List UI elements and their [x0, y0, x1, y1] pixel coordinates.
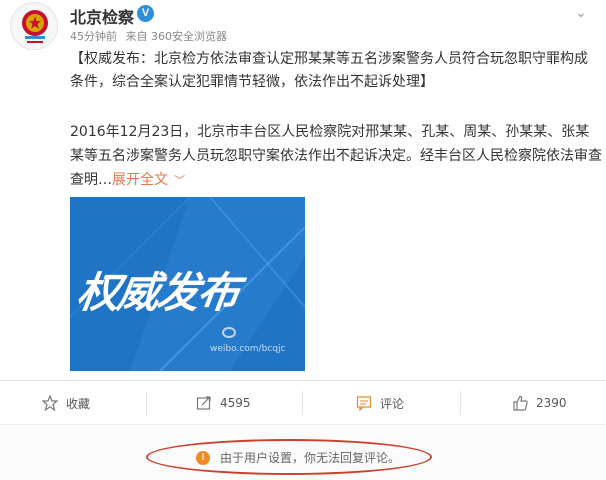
post-time[interactable]: 45分钟前 [70, 30, 117, 43]
more-options-icon[interactable]: ⌄ [575, 5, 587, 21]
warning-icon: ! [196, 450, 210, 465]
like-button[interactable]: 2390 [512, 381, 567, 425]
post-lead-text: 【权威发布：北京检方依法审查认定邢某某等五名涉案警务人员符合玩忽职守罪构成条件，… [70, 51, 588, 90]
image-watermark: weibo.com/bcqjc [210, 344, 286, 354]
post-body: 2016年12月23日，北京市丰台区人民检察院对邢某某、孔某、周某、孙某某、张某… [70, 120, 602, 193]
favorite-button[interactable]: 收藏 [42, 381, 90, 425]
notice-text: 由于用户设置，你无法回复评论。 [220, 451, 401, 465]
repost-count: 4595 [220, 396, 251, 410]
divider [460, 391, 461, 415]
image-title: 权威发布 [74, 268, 242, 317]
chevron-down-icon[interactable]: ﹀ [174, 174, 185, 187]
favorite-label: 收藏 [66, 396, 91, 411]
post-meta: 45分钟前 来自 360安全浏览器 [70, 28, 232, 44]
weibo-watermark-icon [222, 327, 236, 338]
thumbs-up-icon [513, 395, 528, 411]
divider [146, 391, 147, 415]
comment-label: 评论 [380, 396, 405, 411]
verified-badge-icon: V [137, 5, 154, 22]
star-icon [42, 395, 58, 411]
like-count: 2390 [536, 396, 567, 410]
avatar[interactable] [10, 2, 58, 50]
comment-icon [356, 396, 372, 411]
comment-button[interactable]: 评论 [356, 381, 404, 425]
notice-content: ! 由于用户设置，你无法回复评论。 [196, 449, 400, 466]
expand-full-text-link[interactable]: 展开全文 [112, 172, 168, 188]
weibo-post: 北京检察 V ⌄ 45分钟前 来自 360安全浏览器 【权威发布：北京检方依法审… [0, 0, 606, 424]
repost-button[interactable]: 4595 [196, 381, 251, 425]
author-name[interactable]: 北京检察 [70, 4, 134, 28]
action-bar: 收藏 4595 评论 2390 [0, 380, 606, 424]
reply-restriction-notice: ! 由于用户设置，你无法回复评论。 [0, 424, 606, 480]
procuratorate-emblem-icon [13, 5, 57, 49]
repost-icon [196, 396, 211, 410]
divider [302, 391, 303, 415]
post-source[interactable]: 来自 360安全浏览器 [126, 30, 228, 43]
